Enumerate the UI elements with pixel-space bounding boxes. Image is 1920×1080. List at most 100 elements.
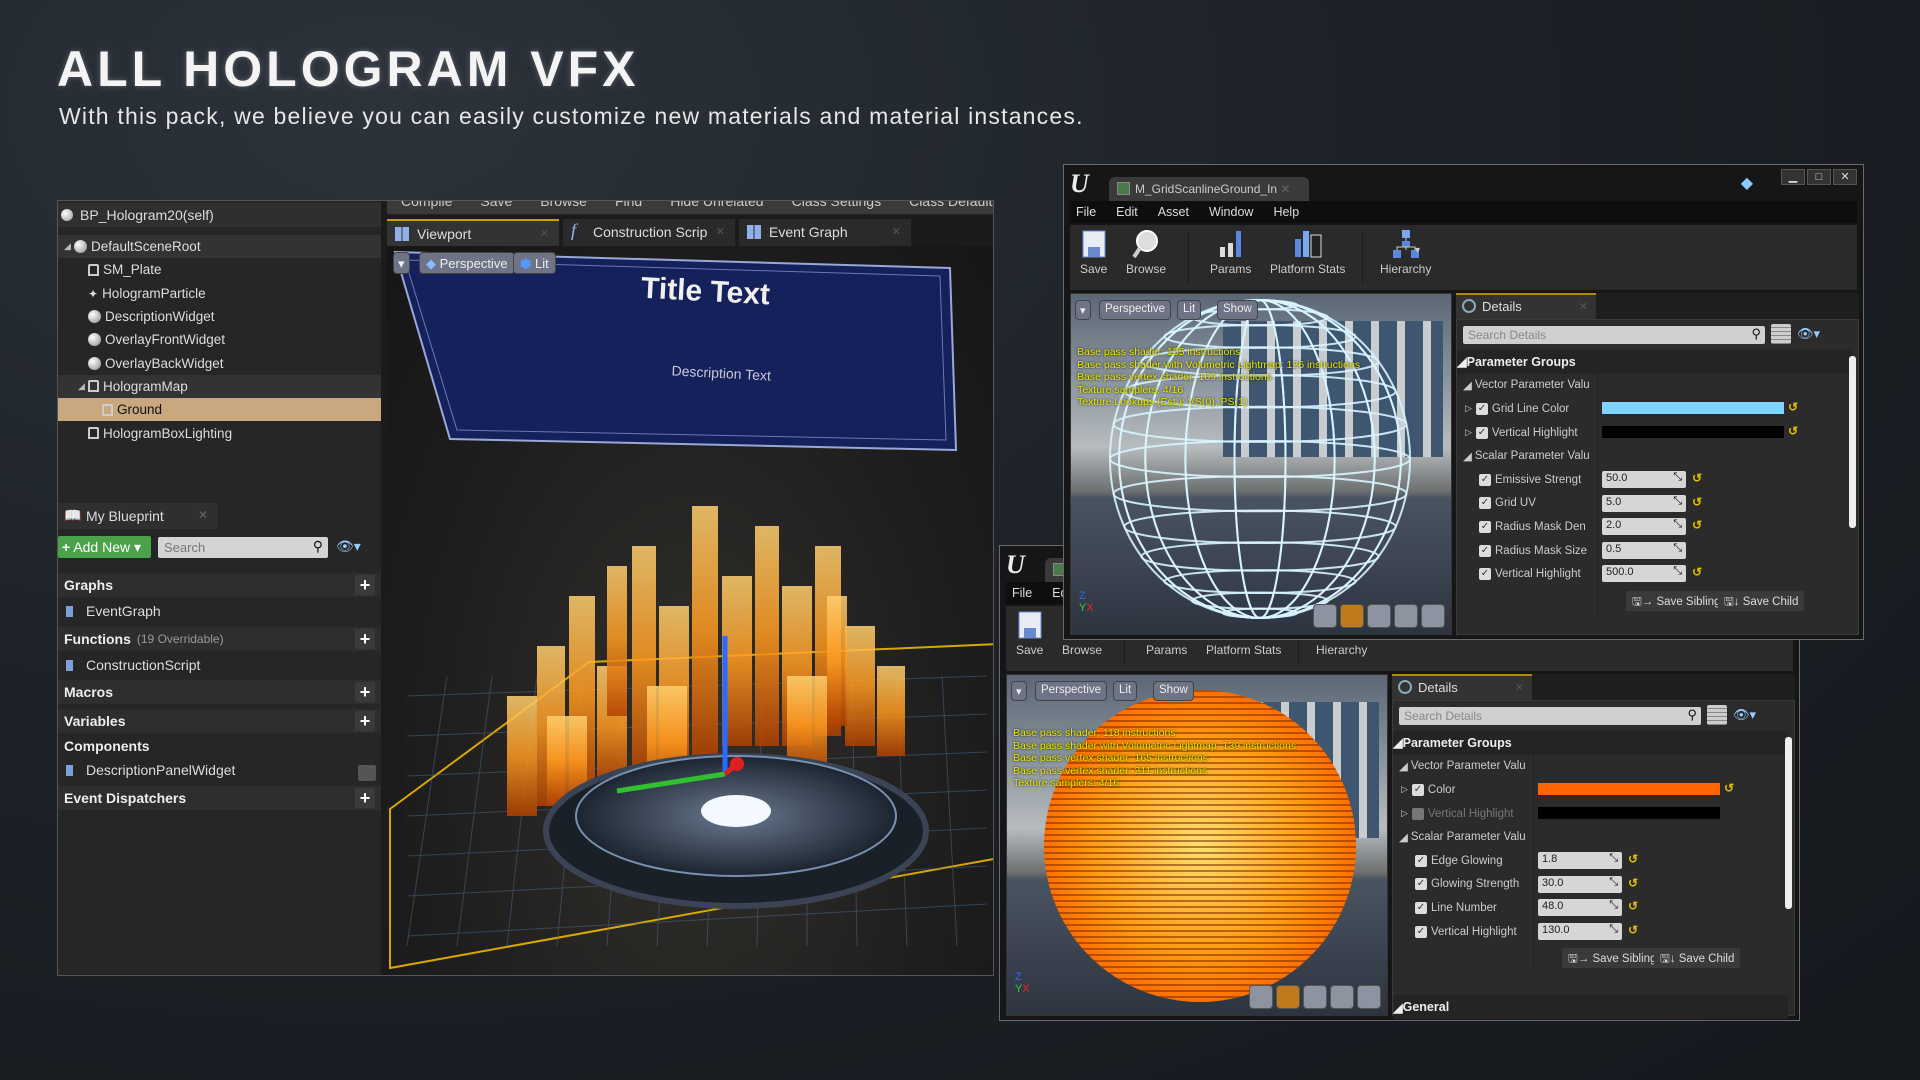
close-tab-icon[interactable]: ✕ xyxy=(1280,182,1290,196)
material-preview-viewport[interactable]: ▾ Perspective Lit Show Base pass shader: 118… xyxy=(1006,674,1388,1016)
color-swatch[interactable] xyxy=(1538,806,1720,819)
menu-item[interactable]: Edit xyxy=(1116,205,1138,219)
color-swatch[interactable] xyxy=(1602,425,1784,438)
cube-icon[interactable] xyxy=(1394,604,1418,628)
section-header[interactable]: Functions (19 Overridable) + xyxy=(58,627,381,651)
param-checkbox[interactable]: ✓ xyxy=(1479,520,1491,533)
minimize-button[interactable]: ▁ xyxy=(1781,169,1805,185)
tree-item[interactable]: ◢ DefaultSceneRoot xyxy=(58,235,381,259)
close-icon[interactable]: ✕ xyxy=(198,508,208,522)
reset-icon[interactable]: ↺ xyxy=(1628,876,1638,890)
plane-icon[interactable] xyxy=(1303,985,1327,1009)
param-checkbox[interactable]: ✓ xyxy=(1415,901,1427,914)
tab-details[interactable]: Details ✕ xyxy=(1392,674,1532,700)
blueprint-viewport[interactable]: Title Text Description Text ▾ ◆ Perspect… xyxy=(387,246,993,975)
param-checkbox[interactable]: ✓ xyxy=(1411,783,1424,796)
tree-item[interactable]: ◢ HologramMap xyxy=(58,374,381,399)
show-button[interactable]: Show xyxy=(1153,681,1194,701)
value-input[interactable]: 5.0 xyxy=(1602,494,1686,512)
close-tab-icon[interactable]: ✕ xyxy=(892,225,901,238)
expand-arrow-icon[interactable]: ▷ xyxy=(1401,784,1408,795)
save-sibling-button[interactable]: 🖫→ Save Sibling xyxy=(1562,948,1663,969)
property-matrix-button[interactable] xyxy=(1707,705,1727,725)
param-checkbox[interactable]: ✓ xyxy=(1479,497,1491,510)
scrollbar[interactable] xyxy=(1785,737,1792,909)
visibility-toggle[interactable] xyxy=(358,765,376,781)
reset-icon[interactable]: ↺ xyxy=(1724,781,1734,795)
toolbar-button[interactable]: Hide Unrelated xyxy=(670,201,763,209)
tab-details[interactable]: Details ✕ xyxy=(1456,293,1596,319)
tab-construction-scrip[interactable]: f Construction Scrip ✕ xyxy=(563,219,735,246)
close-tab-icon[interactable]: ✕ xyxy=(1515,681,1524,694)
scrollbar[interactable] xyxy=(1849,356,1856,528)
vector-group-header[interactable]: ◢ Vector Parameter Valu xyxy=(1457,373,1852,398)
chevron-down-icon[interactable]: ▾ xyxy=(1415,245,1420,256)
add-new-button[interactable]: + Add New ▾ xyxy=(58,536,151,558)
tab-event-graph[interactable]: Event Graph ✕ xyxy=(739,219,911,246)
viewport-options-dropdown[interactable]: ▾ xyxy=(1075,300,1091,320)
save-child-button[interactable]: 🖫↓ Save Child xyxy=(1718,590,1805,611)
menu-item[interactable]: Help xyxy=(1273,205,1299,219)
value-input[interactable]: 500.0 xyxy=(1602,565,1686,583)
close-tab-icon[interactable]: ✕ xyxy=(540,227,549,240)
cylinder-icon[interactable] xyxy=(1313,604,1337,628)
param-checkbox[interactable]: ✓ xyxy=(1479,473,1491,486)
add-icon[interactable]: + xyxy=(355,575,375,595)
components-root[interactable]: BP_Hologram20(self) xyxy=(58,203,381,227)
tab-my-blueprint[interactable]: 📖 My Blueprint ✕ xyxy=(58,503,218,529)
value-input[interactable]: 2.0 xyxy=(1602,518,1686,536)
toolbar-button[interactable]: Find xyxy=(615,201,642,209)
section-header[interactable]: Macros + xyxy=(58,680,381,704)
param-checkbox[interactable]: ✓ xyxy=(1415,925,1427,938)
value-input[interactable]: 130.0 xyxy=(1538,922,1622,940)
save-sibling-button[interactable]: 🖫→ Save Sibling xyxy=(1626,590,1727,611)
general-header[interactable]: ◢ General xyxy=(1393,995,1788,1019)
param-checkbox[interactable]: ✓ xyxy=(1479,568,1491,581)
toolbar-button[interactable]: Compile xyxy=(401,201,452,209)
section-header[interactable]: Components xyxy=(58,734,381,758)
add-icon[interactable]: + xyxy=(355,711,375,731)
close-tab-icon[interactable]: ✕ xyxy=(716,225,725,238)
reset-icon[interactable]: ↺ xyxy=(1628,923,1638,937)
teapot-icon[interactable] xyxy=(1421,604,1445,628)
param-checkbox[interactable]: ✓ xyxy=(1475,426,1488,439)
reset-icon[interactable]: ↺ xyxy=(1692,495,1702,509)
viewport-options-dropdown[interactable]: ▾ xyxy=(1011,681,1027,701)
close-tab-icon[interactable]: ✕ xyxy=(1579,300,1588,313)
perspective-button[interactable]: Perspective xyxy=(1099,300,1172,320)
show-button[interactable]: Show xyxy=(1217,300,1258,320)
plane-icon[interactable] xyxy=(1367,604,1391,628)
reset-icon[interactable]: ↺ xyxy=(1692,565,1702,579)
tree-item[interactable]: HologramBoxLighting xyxy=(58,421,381,444)
lit-button[interactable]: Lit xyxy=(1113,681,1138,701)
tree-item[interactable]: OverlayBackWidget xyxy=(58,351,381,374)
list-item[interactable]: ConstructionScript xyxy=(58,653,381,677)
scalar-group-header[interactable]: ◢ Scalar Parameter Valu xyxy=(1393,825,1788,849)
menu-item[interactable]: Asset xyxy=(1158,205,1189,219)
perspective-button[interactable]: ◆ Perspective xyxy=(419,252,515,274)
expand-arrow-icon[interactable]: ▷ xyxy=(1401,808,1408,819)
close-button[interactable]: ✕ xyxy=(1833,169,1857,185)
tree-item[interactable]: OverlayFrontWidget xyxy=(58,328,381,351)
value-input[interactable]: 30.0 xyxy=(1538,875,1622,893)
property-matrix-button[interactable] xyxy=(1771,324,1791,344)
param-checkbox[interactable]: ✓ xyxy=(1411,807,1424,820)
tree-item[interactable]: Ground xyxy=(58,398,381,422)
section-header[interactable]: Event Dispatchers + xyxy=(58,786,381,810)
expand-arrow-icon[interactable]: ▷ xyxy=(1465,403,1472,414)
color-swatch[interactable] xyxy=(1602,402,1784,415)
section-header[interactable]: Variables + xyxy=(58,709,381,733)
cylinder-icon[interactable] xyxy=(1249,985,1273,1009)
menu-item[interactable]: File xyxy=(1012,586,1032,600)
cube-icon[interactable] xyxy=(1330,985,1354,1009)
list-item[interactable]: EventGraph xyxy=(58,599,381,623)
tree-item[interactable]: DescriptionWidget xyxy=(58,305,381,328)
menu-item[interactable]: File xyxy=(1076,205,1096,219)
reset-icon[interactable]: ↺ xyxy=(1628,899,1638,913)
toolbar-button[interactable]: Browse xyxy=(540,201,587,209)
param-checkbox[interactable]: ✓ xyxy=(1415,854,1427,867)
param-checkbox[interactable]: ✓ xyxy=(1479,544,1491,557)
hierarchy-button[interactable]: Hierarchy xyxy=(1380,229,1431,276)
list-item[interactable]: DescriptionPanelWidget xyxy=(58,758,381,782)
search-details-input[interactable]: Search Details ⚲ xyxy=(1463,326,1765,344)
